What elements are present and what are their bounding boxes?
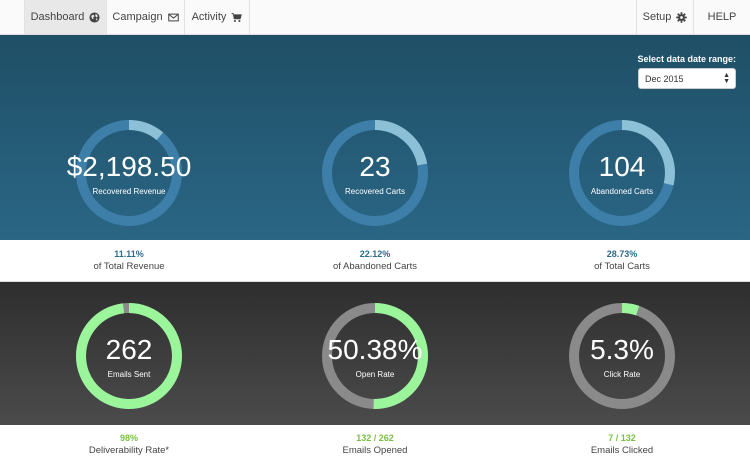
gauge-abandoned-carts: 104 Abandoned Carts	[566, 117, 678, 229]
nav-activity-label: Activity	[191, 11, 227, 23]
gauge-recovered-revenue: $2,198.50 Recovered Revenue	[67, 117, 191, 229]
stat-deliverability-desc: Deliverability Rate*	[88, 445, 170, 456]
stat-abandoned-carts-desc: of Abandoned Carts	[333, 261, 417, 272]
stat-emails-clicked: 7 / 132 Emails Clicked	[522, 433, 722, 456]
recovered-revenue-value: $2,198.50	[66, 151, 192, 182]
stat-total-revenue: 11.11% of Total Revenue	[29, 249, 229, 272]
click-rate-value: 5.3%	[590, 334, 654, 365]
stat-emails-clicked-pct: 7 / 132	[608, 433, 636, 443]
recovery-stats-band: 11.11% of Total Revenue 22.12% of Abando…	[0, 240, 750, 282]
select-arrows-icon: ▲ ▼	[723, 72, 730, 85]
stat-abandoned-carts: 22.12% of Abandoned Carts	[275, 249, 475, 272]
stat-total-carts-pct: 28.73%	[606, 249, 638, 259]
stat-emails-opened: 132 / 262 Emails Opened	[275, 433, 475, 456]
recovered-carts-value: 23	[359, 151, 391, 182]
date-range-select[interactable]: Dec 2015 ▲ ▼	[638, 68, 736, 89]
click-rate-label: Click Rate	[603, 370, 641, 379]
gauge-open-rate: 50.38% Open Rate	[319, 300, 431, 412]
globe-icon	[89, 11, 100, 23]
nav-activity[interactable]: Activity	[185, 0, 250, 34]
stat-emails-opened-pct: 132 / 262	[356, 433, 394, 443]
nav-campaign-label: Campaign	[112, 11, 163, 23]
top-nav: Dashboard Campaign Activity Setup HELP	[0, 0, 750, 35]
recovery-panel: Select data date range: Dec 2015 ▲ ▼ $2,1…	[0, 35, 750, 240]
email-stats-band: 98% Deliverability Rate* 132 / 262 Email…	[0, 425, 750, 465]
open-rate-value: 50.38%	[327, 334, 423, 365]
gear-icon	[676, 11, 688, 23]
nav-help[interactable]: HELP	[694, 0, 750, 34]
nav-campaign[interactable]: Campaign	[107, 0, 185, 34]
stat-emails-clicked-desc: Emails Clicked	[590, 445, 654, 456]
emails-sent-value: 262	[105, 334, 153, 365]
nav-setup[interactable]: Setup	[636, 0, 694, 34]
date-range-label: Select data date range:	[637, 54, 736, 64]
cart-icon	[231, 12, 243, 23]
gauge-emails-sent: 262 Emails Sent	[73, 300, 185, 412]
stat-deliverability-pct: 98%	[119, 433, 138, 443]
stat-total-carts: 28.73% of Total Carts	[522, 249, 722, 272]
emails-sent-label: Emails Sent	[107, 370, 151, 379]
nav-dashboard[interactable]: Dashboard	[24, 0, 107, 34]
envelope-icon	[167, 12, 179, 23]
stat-total-revenue-pct: 11.11%	[114, 249, 144, 259]
stat-abandoned-carts-pct: 22.12%	[359, 249, 391, 259]
open-rate-label: Open Rate	[355, 370, 395, 379]
date-range-value: Dec 2015	[645, 73, 684, 84]
nav-setup-label: Setup	[642, 11, 672, 23]
recovered-carts-label: Recovered Carts	[344, 187, 406, 196]
abandoned-carts-label: Abandoned Carts	[590, 187, 654, 196]
stat-total-revenue-desc: of Total Revenue	[93, 261, 165, 272]
stat-emails-opened-desc: Emails Opened	[342, 445, 408, 456]
recovered-revenue-label: Recovered Revenue	[92, 187, 166, 196]
gauge-recovered-carts: 23 Recovered Carts	[319, 117, 431, 229]
nav-help-label: HELP	[707, 11, 737, 23]
abandoned-carts-value: 104	[598, 151, 646, 182]
nav-dashboard-label: Dashboard	[30, 11, 85, 23]
email-panel: 262 Emails Sent 50.38% Open Rate 5.3% Cl…	[0, 282, 750, 425]
stat-total-carts-desc: of Total Carts	[594, 261, 650, 272]
gauge-click-rate: 5.3% Click Rate	[566, 300, 678, 412]
stat-deliverability: 98% Deliverability Rate*	[29, 433, 229, 456]
